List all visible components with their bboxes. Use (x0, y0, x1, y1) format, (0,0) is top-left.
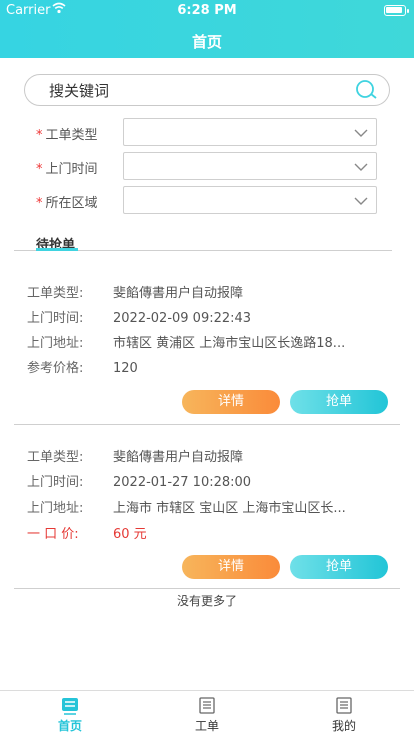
nav-label: 工单 (194, 719, 219, 733)
profile-doc-icon (336, 697, 352, 714)
home-icon (62, 698, 78, 715)
detail-button[interactable]: 详情 (182, 390, 280, 414)
required-mark: * (36, 162, 43, 177)
search-bar[interactable] (24, 74, 390, 106)
nav-label: 首页 (57, 719, 82, 733)
top-bar: Carrier 6:28 PM 首页 (0, 0, 414, 58)
no-more-text: 没有更多了 (176, 594, 237, 608)
card-divider (14, 588, 400, 589)
price-row: 参考价格: 120 (27, 361, 138, 376)
field-label: 工单类型 (45, 128, 98, 143)
tab-indicator (36, 248, 78, 251)
battery-icon (384, 5, 409, 16)
area-select[interactable] (123, 186, 377, 214)
order-type-row: 工单类型: 斐餡傳書用户自动报障 (27, 286, 244, 301)
status-bar: Carrier 6:28 PM (0, 0, 414, 22)
nav-orders[interactable]: 工单 (177, 697, 237, 734)
document-icon (199, 697, 215, 714)
card-divider (14, 424, 400, 425)
visit-time-row: 上门时间: 2022-02-09 09:22:43 (27, 311, 252, 326)
visit-time-select[interactable] (123, 152, 377, 180)
grab-order-button[interactable]: 抢单 (290, 390, 388, 414)
nav-label: 我的 (331, 719, 356, 733)
field-label: 上门时间 (45, 162, 98, 177)
nav-mine[interactable]: 我的 (314, 697, 374, 734)
grab-order-button[interactable]: 抢单 (290, 555, 388, 579)
field-visit-time: * 上门时间 (0, 152, 414, 180)
order-type-row: 工单类型: 斐餡傳書用户自动报障 (27, 450, 244, 465)
page-title: 首页 (191, 33, 222, 51)
chevron-down-icon (354, 197, 368, 205)
chevron-down-icon (354, 163, 368, 171)
order-type-select[interactable] (123, 118, 377, 146)
detail-button[interactable]: 详情 (182, 555, 280, 579)
required-mark: * (36, 196, 43, 211)
field-order-type: * 工单类型 (0, 118, 414, 146)
field-area: * 所在区域 (0, 186, 414, 214)
status-time: 6:28 PM (177, 3, 237, 18)
search-icon[interactable] (353, 79, 379, 101)
required-mark: * (36, 128, 43, 143)
price-row: 一 口 价: 60 元 (27, 527, 147, 542)
field-label: 所在区域 (45, 196, 98, 211)
address-row: 上门地址: 上海市 市辖区 宝山区 上海市宝山区长... (27, 501, 346, 516)
search-input[interactable] (49, 80, 339, 102)
address-row: 上门地址: 市辖区 黄浦区 上海市宝山区长逸路18... (27, 336, 346, 351)
nav-home[interactable]: 首页 (40, 697, 100, 734)
bottom-nav: 首页 工单 我的 (0, 690, 414, 736)
visit-time-row: 上门时间: 2022-01-27 10:28:00 (27, 475, 252, 490)
chevron-down-icon (354, 129, 368, 137)
